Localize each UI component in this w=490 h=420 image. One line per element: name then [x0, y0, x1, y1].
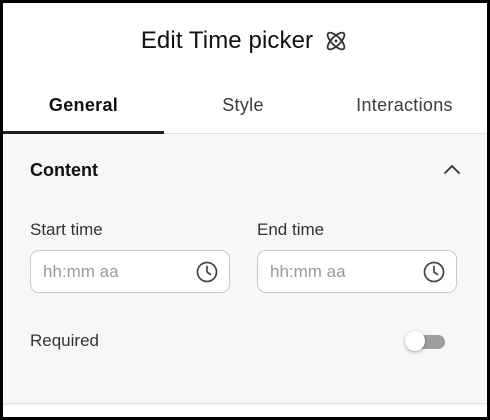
required-toggle[interactable] [405, 330, 447, 352]
content-section: Content Start time hh:mm aa End time hh:… [3, 134, 487, 406]
end-time-field: End time [257, 220, 457, 293]
tab-style[interactable]: Style [164, 77, 322, 133]
toggle-thumb [405, 331, 425, 351]
bottom-divider [3, 403, 487, 404]
edit-time-picker-panel: Edit Time picker General Style Interacti… [0, 0, 490, 420]
time-fields-row: Start time End time [3, 220, 487, 293]
end-time-input[interactable] [258, 261, 410, 282]
end-time-input-wrapper [257, 250, 457, 293]
start-time-field: Start time [30, 220, 230, 293]
clock-icon[interactable] [195, 260, 219, 284]
active-tab-indicator [3, 131, 164, 134]
required-row: Required [3, 330, 487, 352]
content-section-header[interactable]: Content [3, 134, 487, 206]
tab-interactions[interactable]: Interactions [322, 77, 487, 133]
tab-bar: General Style Interactions [3, 77, 487, 134]
atom-icon [323, 28, 349, 54]
start-time-input-wrapper [30, 250, 230, 293]
tab-general[interactable]: General [3, 77, 164, 133]
panel-title: Edit Time picker [140, 27, 314, 54]
panel-header: Edit Time picker [3, 3, 487, 77]
chevron-up-icon[interactable] [441, 159, 463, 181]
clock-icon[interactable] [422, 260, 446, 284]
start-time-input[interactable] [31, 261, 183, 282]
required-label: Required [30, 331, 99, 350]
start-time-label: Start time [30, 220, 103, 239]
section-title: Content [30, 159, 98, 180]
end-time-label: End time [257, 220, 325, 239]
